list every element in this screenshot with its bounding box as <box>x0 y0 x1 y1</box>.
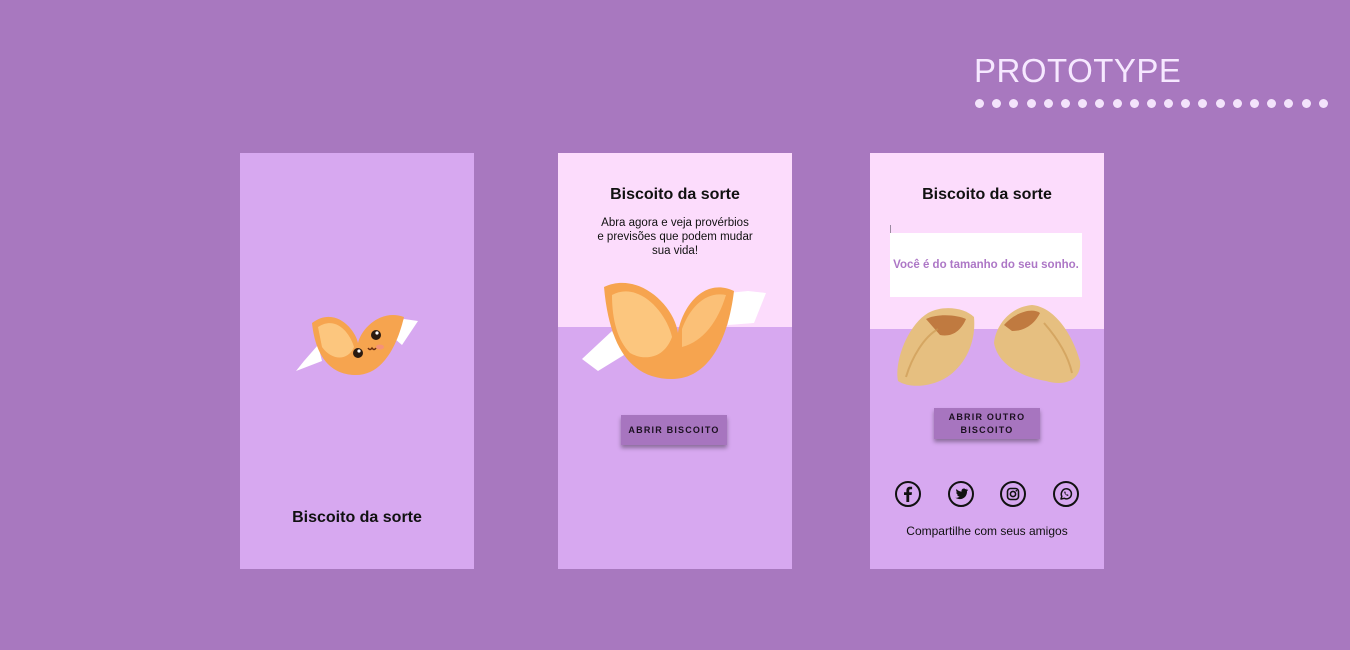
divider-dot <box>1164 99 1174 108</box>
open-cookie-button[interactable]: ABRIR BISCOITO <box>621 415 727 445</box>
fortune-message-card: Você é do tamanho do seu sonho. <box>890 233 1082 297</box>
open-cookie-screen: Biscoito da sorte Abra agora e veja prov… <box>558 153 792 569</box>
divider-dot <box>1095 99 1105 108</box>
divider-dot <box>1250 99 1259 108</box>
divider-dot <box>1215 99 1225 108</box>
subtitle-line: e previsões que podem mudar <box>597 231 753 243</box>
divider-dot <box>1009 99 1019 108</box>
open-another-cookie-button[interactable]: ABRIR OUTRO BISCOITO <box>934 408 1040 439</box>
app-title: Biscoito da sorte <box>610 186 740 203</box>
subtitle-line: Abra agora e veja provérbios <box>601 217 749 229</box>
share-text: Compartilhe com seus amigos <box>906 524 1068 538</box>
divider-dot <box>1026 99 1036 108</box>
instagram-icon[interactable] <box>999 480 1027 508</box>
subtitle: Abra agora e veja provérbios e previsões… <box>584 216 766 258</box>
button-label-line: ABRIR OUTRO <box>948 411 1026 422</box>
prototype-title: PROTOTYPE <box>974 52 1182 89</box>
mascot-eye-left <box>353 348 363 358</box>
divider-dot <box>1284 99 1294 108</box>
divider-dot <box>1198 99 1208 108</box>
divider-dot <box>1301 99 1311 108</box>
divider-dot <box>1129 99 1139 108</box>
mascot-eye-right <box>371 330 381 340</box>
divider-dot <box>1146 99 1156 108</box>
broken-cookie-image <box>897 305 1081 386</box>
app-title: Biscoito da sorte <box>922 186 1052 203</box>
facebook-icon[interactable] <box>894 480 922 508</box>
divider-dot <box>1318 99 1328 108</box>
fortune-result-screen: Biscoito da sorte Você é do tamanho do s… <box>870 153 1104 569</box>
whatsapp-icon[interactable] <box>1052 480 1080 508</box>
divider-dot <box>1043 99 1053 108</box>
divider-dot <box>1060 99 1070 108</box>
app-title: Biscoito da sorte <box>292 509 422 526</box>
subtitle-line: sua vida! <box>651 245 699 257</box>
divider-dot <box>1181 99 1191 108</box>
fortune-paper-left <box>296 345 322 371</box>
fortune-message: Você é do tamanho do seu sonho. <box>893 259 1079 271</box>
fortune-cookie-icon <box>582 282 766 379</box>
button-label-line: BISCOITO <box>960 424 1014 435</box>
divider-dot <box>1267 99 1277 108</box>
twitter-icon[interactable] <box>947 480 975 508</box>
divider-dot <box>992 99 1002 108</box>
divider-dot <box>1112 99 1122 108</box>
share-icons-row <box>894 480 1080 508</box>
divider-dot <box>1232 99 1242 108</box>
dotted-divider <box>975 99 1340 109</box>
splash-screen: Biscoito da sorte <box>240 153 474 569</box>
divider-dot <box>975 99 984 108</box>
divider-dot <box>1078 99 1088 108</box>
fortune-cookie-mascot-icon <box>296 315 418 375</box>
fortune-paper-right <box>728 291 766 325</box>
